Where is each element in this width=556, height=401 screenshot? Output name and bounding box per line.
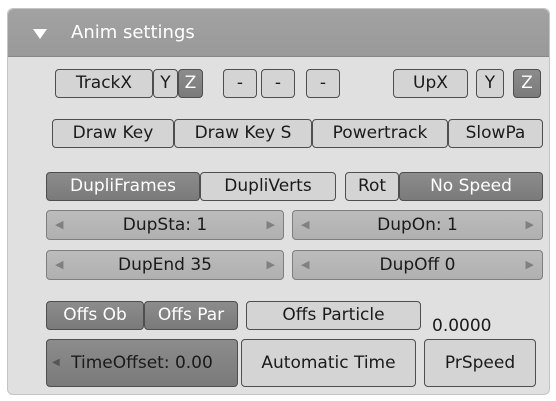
anim-settings-panel: Anim settings TrackX Y Z - - - UpX Y Z D… [7,8,550,395]
rot-button[interactable]: Rot [345,172,399,201]
timeoffset-field[interactable]: ◀ TimeOffset: 0.00 [46,339,238,387]
up-z-button[interactable]: Z [513,69,541,98]
increment-arrow-icon[interactable]: ▶ [526,211,534,239]
draw-key-sel-button[interactable]: Draw Key S [174,119,312,148]
track-neg-x-button[interactable]: - [223,69,257,98]
offset-value: 0.0000 [432,316,492,336]
increment-arrow-icon[interactable]: ▶ [267,251,275,279]
dupsta-field[interactable]: ◀ DupSta: 1 ▶ [46,210,284,240]
panel-header[interactable]: Anim settings [8,9,549,57]
timeoffset-label: TimeOffset: 0.00 [71,353,213,373]
no-speed-button[interactable]: No Speed [399,172,543,201]
automatic-time-button[interactable]: Automatic Time [241,339,416,387]
slowpar-button[interactable]: SlowPa [448,119,543,148]
dupon-field[interactable]: ◀ DupOn: 1 ▶ [292,210,543,240]
decrement-arrow-icon[interactable]: ◀ [52,340,60,386]
track-y-button[interactable]: Y [153,69,178,98]
dupsta-label: DupSta: 1 [122,215,208,235]
dupend-label: DupEnd 35 [118,255,212,275]
offs-ob-button[interactable]: Offs Ob [46,301,144,330]
increment-arrow-icon[interactable]: ▶ [267,211,275,239]
track-neg-y-button[interactable]: - [261,69,295,98]
dupoff-field[interactable]: ◀ DupOff 0 ▶ [292,250,543,280]
dupoff-label: DupOff 0 [379,255,456,275]
increment-arrow-icon[interactable]: ▶ [526,251,534,279]
collapse-triangle-icon[interactable] [33,29,47,39]
draw-key-button[interactable]: Draw Key [52,119,174,148]
trackx-button[interactable]: TrackX [55,69,153,98]
offs-particle-button[interactable]: Offs Particle [246,301,421,330]
track-neg-z-button[interactable]: - [306,69,340,98]
prspeed-button[interactable]: PrSpeed [424,339,536,387]
track-z-button[interactable]: Z [178,69,203,98]
dupon-label: DupOn: 1 [377,215,458,235]
dupliframes-button[interactable]: DupliFrames [46,172,200,201]
offs-par-button[interactable]: Offs Par [144,301,238,330]
dupend-field[interactable]: ◀ DupEnd 35 ▶ [46,250,284,280]
upx-button[interactable]: UpX [393,69,468,98]
powertrack-button[interactable]: Powertrack [312,119,448,148]
up-y-button[interactable]: Y [476,69,504,98]
dupliverts-button[interactable]: DupliVerts [200,172,336,201]
panel-title: Anim settings [71,22,195,43]
